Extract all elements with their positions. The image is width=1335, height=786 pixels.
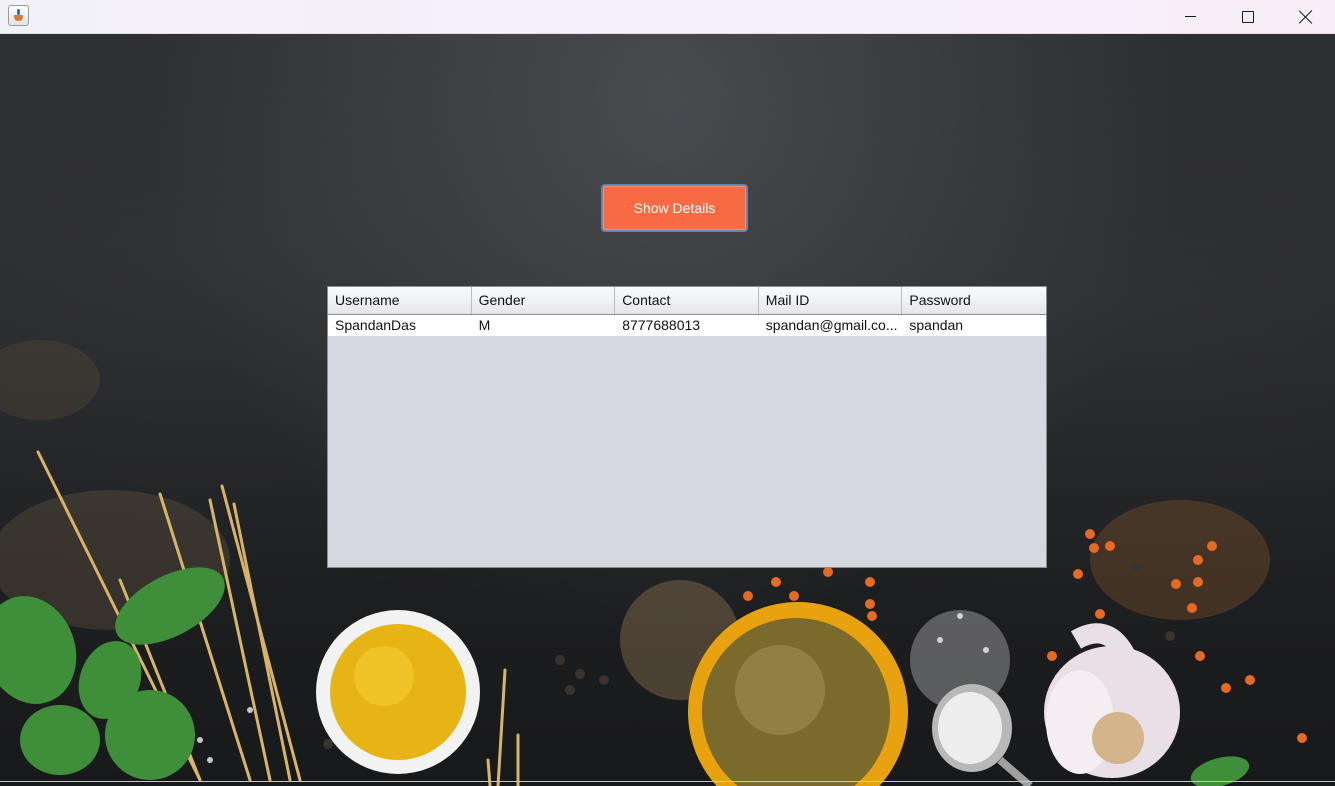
- cell-password[interactable]: spandan: [902, 315, 1046, 336]
- maximize-button[interactable]: [1219, 0, 1277, 33]
- close-icon: [1299, 10, 1313, 24]
- column-header-gender[interactable]: Gender: [472, 287, 616, 314]
- column-header-contact[interactable]: Contact: [615, 287, 759, 314]
- minimize-icon: [1184, 16, 1196, 17]
- table-header: Username Gender Contact Mail ID Password: [328, 287, 1046, 315]
- maximize-icon: [1242, 10, 1254, 23]
- minimize-button[interactable]: [1161, 0, 1219, 33]
- column-header-username[interactable]: Username: [328, 287, 472, 314]
- title-bar: [0, 0, 1335, 34]
- column-header-password[interactable]: Password: [902, 287, 1046, 314]
- show-details-button[interactable]: Show Details: [601, 184, 748, 232]
- column-header-mail-id[interactable]: Mail ID: [759, 287, 903, 314]
- close-button[interactable]: [1277, 0, 1335, 33]
- cell-username[interactable]: SpandanDas: [328, 315, 472, 336]
- cell-mail-id[interactable]: spandan@gmail.co...: [759, 315, 903, 336]
- java-cup-icon: [8, 5, 29, 26]
- cell-gender[interactable]: M: [472, 315, 616, 336]
- window-bottom-edge: [0, 781, 1335, 782]
- user-details-table[interactable]: Username Gender Contact Mail ID Password…: [327, 286, 1047, 568]
- cell-contact[interactable]: 8777688013: [615, 315, 759, 336]
- table-row[interactable]: SpandanDas M 8777688013 spandan@gmail.co…: [328, 315, 1046, 336]
- application-window: Show Details Username Gender Contact Mai…: [0, 0, 1335, 786]
